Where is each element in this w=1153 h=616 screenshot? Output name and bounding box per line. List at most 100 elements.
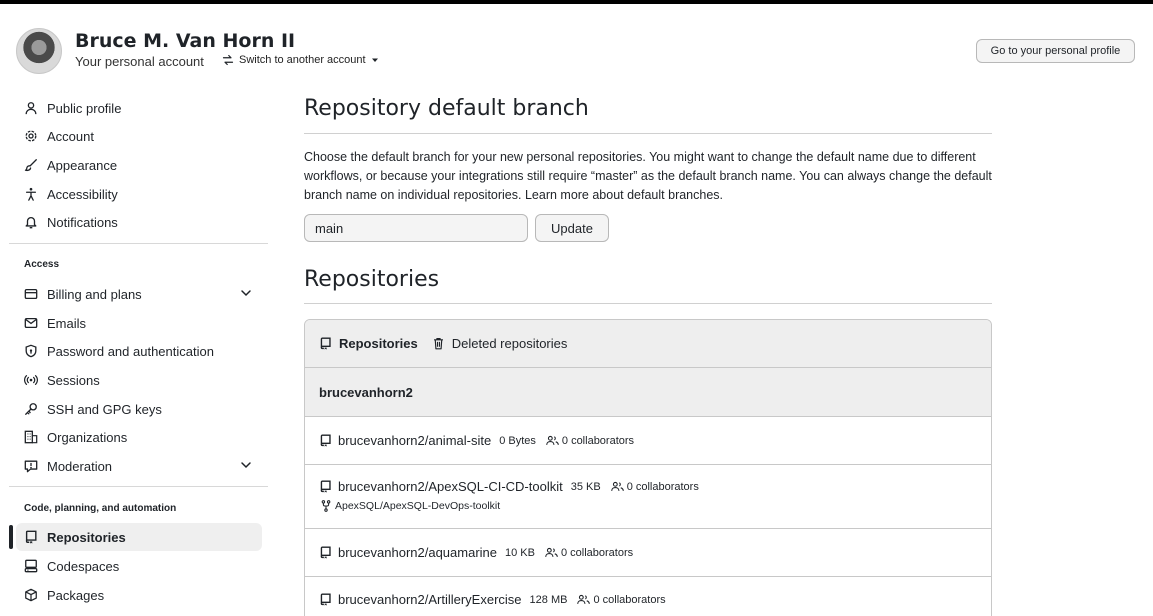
sidebar-item-organizations[interactable]: Organizations: [16, 423, 262, 451]
sidebar-heading-code: Code, planning, and automation: [24, 503, 177, 514]
sidebar-item-label: Moderation: [47, 458, 113, 474]
accessibility-icon: [23, 186, 39, 202]
repo-name-link[interactable]: brucevanhorn2/ApexSQL-CI-CD-toolkit: [338, 479, 563, 494]
key-icon: [23, 401, 39, 417]
section-divider: [304, 303, 992, 304]
broadcast-icon: [23, 372, 39, 388]
sidebar-item-notifications[interactable]: Notifications: [16, 208, 262, 236]
sidebar-item-label: SSH and GPG keys: [47, 401, 162, 417]
sidebar-divider: [9, 486, 268, 487]
sidebar-heading-access: Access: [24, 259, 60, 270]
sidebar-item-moderation[interactable]: Moderation: [16, 452, 262, 480]
sidebar-item-label: Accessibility: [47, 186, 118, 202]
update-button[interactable]: Update: [535, 214, 609, 242]
sidebar-item-sessions[interactable]: Sessions: [16, 366, 262, 394]
codespaces-icon: [23, 558, 39, 574]
collaborators-count: 0 collaborators: [561, 434, 635, 447]
tab-label: Deleted repositories: [451, 336, 568, 351]
sidebar-item-label: Billing and plans: [47, 286, 142, 302]
repo-name-link[interactable]: brucevanhorn2/aquamarine: [338, 545, 497, 560]
gear-icon: [23, 128, 39, 144]
sidebar-item-codespaces[interactable]: Codespaces: [16, 552, 262, 580]
credit-card-icon: [23, 286, 39, 302]
sidebar-item-label: Password and authentication: [47, 343, 214, 359]
fork-icon: [321, 500, 331, 512]
sidebar-item-label: Appearance: [47, 157, 118, 173]
repo-icon: [319, 337, 332, 350]
go-to-profile-button[interactable]: Go to your personal profile: [976, 39, 1135, 63]
trash-icon: [432, 337, 445, 350]
table-row[interactable]: brucevanhorn2/ApexSQL-CI-CD-toolkit 35 K…: [305, 465, 991, 529]
tab-label: Repositories: [339, 336, 418, 351]
shield-lock-icon: [23, 343, 39, 359]
table-row[interactable]: brucevanhorn2/aquamarine 10 KB 0 collabo…: [305, 529, 991, 577]
sidebar-item-label: Account: [47, 128, 94, 144]
repo-name-link[interactable]: brucevanhorn2/ArtilleryExercise: [338, 592, 522, 607]
sidebar-item-packages[interactable]: Packages: [16, 581, 262, 609]
switch-account-link[interactable]: Switch to another account: [222, 54, 379, 66]
repo-owner-header: brucevanhorn2: [305, 368, 991, 417]
sidebar-item-label: Notifications: [47, 214, 118, 230]
table-row[interactable]: brucevanhorn2/ArtilleryExercise 128 MB 0…: [305, 577, 991, 616]
sidebar-item-public-profile[interactable]: Public profile: [16, 94, 262, 122]
fork-source-label: ApexSQL/ApexSQL-DevOps-toolkit: [335, 500, 501, 512]
repo-size: 35 KB: [570, 480, 601, 493]
fork-source[interactable]: ApexSQL/ApexSQL-DevOps-toolkit: [321, 500, 500, 512]
package-icon: [23, 587, 39, 603]
people-icon: [577, 594, 591, 605]
sidebar-item-label: Codespaces: [47, 558, 120, 574]
repo-tabs: Repositories Deleted repositories: [305, 320, 991, 368]
active-indicator: [9, 525, 13, 549]
repo-icon: [319, 546, 332, 559]
collaborators-count: 0 collaborators: [593, 593, 666, 606]
repo-name-link[interactable]: brucevanhorn2/animal-site: [338, 433, 491, 448]
mail-icon: [23, 315, 39, 331]
table-row[interactable]: brucevanhorn2/animal-site 0 Bytes 0 coll…: [305, 417, 991, 465]
sidebar-item-label: Packages: [47, 587, 105, 603]
people-icon: [545, 547, 558, 558]
sidebar-divider: [9, 243, 268, 244]
repositories-title: Repositories: [304, 267, 440, 292]
avatar[interactable]: [16, 28, 62, 74]
repo-icon: [319, 480, 332, 493]
repo-collaborators: 0 collaborators: [545, 547, 633, 559]
section-divider: [304, 133, 992, 134]
sidebar-item-ssh-gpg[interactable]: SSH and GPG keys: [16, 395, 262, 423]
sidebar-item-account[interactable]: Account: [16, 122, 262, 150]
default-branch-input[interactable]: main: [304, 214, 528, 242]
sidebar-item-billing[interactable]: Billing and plans: [16, 280, 262, 308]
repositories-panel: Repositories Deleted repositories brucev…: [304, 319, 992, 616]
switch-account-label: Switch to another account: [239, 54, 366, 66]
repo-icon: [23, 529, 39, 545]
repo-size: 10 KB: [505, 546, 535, 559]
repo-collaborators: 0 collaborators: [610, 480, 699, 493]
bell-icon: [23, 214, 39, 230]
sidebar-item-appearance[interactable]: Appearance: [16, 151, 262, 179]
tab-repositories[interactable]: Repositories: [319, 336, 418, 351]
repo-icon: [319, 434, 332, 447]
default-branch-title: Repository default branch: [304, 96, 589, 121]
sidebar-item-emails[interactable]: Emails: [16, 309, 262, 337]
people-icon: [610, 481, 624, 492]
chevron-down-icon[interactable]: [240, 287, 252, 299]
people-icon: [546, 435, 559, 446]
collaborators-count: 0 collaborators: [626, 480, 699, 493]
top-border: [0, 0, 1153, 4]
report-icon: [23, 458, 39, 474]
person-icon: [23, 100, 39, 116]
sidebar-item-label: Public profile: [47, 100, 122, 116]
sidebar-item-password[interactable]: Password and authentication: [16, 337, 262, 365]
repo-collaborators: 0 collaborators: [546, 435, 634, 447]
repo-size: 128 MB: [529, 593, 568, 606]
arrow-switch-icon: [222, 54, 234, 66]
sidebar-item-repositories[interactable]: Repositories: [16, 523, 262, 551]
sidebar-item-label: Emails: [47, 315, 87, 331]
tab-deleted-repositories[interactable]: Deleted repositories: [432, 336, 568, 351]
sidebar-item-label: Organizations: [47, 429, 128, 445]
chevron-down-icon[interactable]: [240, 459, 252, 471]
account-name: Bruce M. Van Horn II: [75, 30, 296, 52]
sidebar-item-accessibility[interactable]: Accessibility: [16, 180, 262, 208]
account-subtitle: Your personal account: [75, 54, 204, 69]
default-branch-description: Choose the default branch for your new p…: [304, 150, 992, 202]
repo-icon: [319, 593, 332, 606]
